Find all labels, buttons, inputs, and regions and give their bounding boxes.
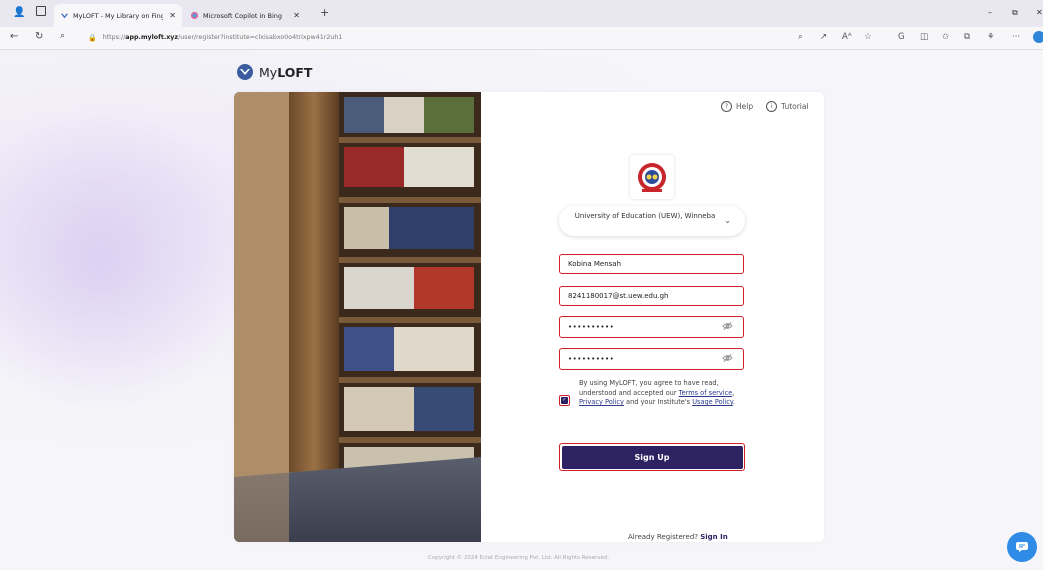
password-value: •••••••••• xyxy=(568,323,615,331)
read-aloud-icon[interactable]: Aᴬ xyxy=(842,32,851,42)
consent-text: By using MyLOFT, you agree to have read,… xyxy=(579,379,744,408)
info-icon: i xyxy=(766,101,777,112)
eye-off-icon[interactable] xyxy=(722,353,733,363)
consent-checkbox[interactable]: ✓ xyxy=(559,395,570,406)
help-link[interactable]: ? Help xyxy=(721,101,753,112)
already-registered: Already Registered? Sign In xyxy=(628,533,728,541)
search-icon[interactable]: ⌕ xyxy=(60,31,65,41)
copyright-text: Copyright © 2024 Eclat Engineering Pvt. … xyxy=(428,555,610,561)
books xyxy=(344,97,474,477)
myloft-logo: My LOFT xyxy=(237,64,312,80)
copilot-icon[interactable]: G xyxy=(898,32,905,42)
checkmark-icon: ✓ xyxy=(561,397,568,404)
email-value: 8241180017@st.uew.edu.gh xyxy=(568,292,669,300)
url-field[interactable]: 🔒 https://app.myloft.xyz/user/register?i… xyxy=(88,30,778,45)
page-content: My LOFT ? Help i Tutorial University of … xyxy=(0,50,1043,570)
myloft-logo-icon xyxy=(237,64,253,80)
zoom-icon[interactable]: ⌕ xyxy=(798,32,803,42)
brand-my: My xyxy=(259,64,278,80)
more-icon[interactable]: ··· xyxy=(1012,32,1020,42)
chat-button[interactable] xyxy=(1007,532,1037,562)
library-bookshelf-image xyxy=(234,92,481,542)
url-host: app.myloft.xyz xyxy=(125,34,179,41)
lock-icon: 🔒 xyxy=(88,33,97,42)
refresh-icon[interactable]: ↻ xyxy=(35,31,43,42)
url-prefix: https:// xyxy=(102,34,126,41)
institute-seal xyxy=(630,155,674,199)
already-registered-text: Already Registered? xyxy=(628,533,698,541)
profile-icon[interactable]: 👤 xyxy=(13,7,25,18)
new-tab-icon[interactable]: + xyxy=(320,6,329,19)
terms-link[interactable]: Terms of service xyxy=(679,389,733,397)
confirm-password-field[interactable]: •••••••••• xyxy=(559,348,744,370)
url-path: /user/register?institute=clxisabxo0o4tri… xyxy=(178,34,343,41)
tutorial-link[interactable]: i Tutorial xyxy=(766,101,809,112)
background-glow xyxy=(0,110,260,410)
brand-loft: LOFT xyxy=(277,64,313,80)
consent-suffix: . xyxy=(732,398,735,406)
copilot-favicon-icon xyxy=(190,11,199,20)
share-icon[interactable]: ↗ xyxy=(820,32,827,42)
institute-select[interactable]: University of Education (UEW), Winneba ⌄ xyxy=(559,206,745,236)
browser-tab-bar: 👤 MyLOFT - My Library on Finger T ✕ Micr… xyxy=(0,0,1043,27)
institute-name: University of Education (UEW), Winneba xyxy=(574,212,716,220)
register-card: ? Help i Tutorial University of Educatio… xyxy=(234,92,824,542)
help-icon: ? xyxy=(721,101,732,112)
address-bar: ← ↻ ⌕ 🔒 https://app.myloft.xyz/user/regi… xyxy=(0,27,1043,50)
favorite-icon[interactable]: ☆ xyxy=(864,32,872,42)
back-icon[interactable]: ← xyxy=(10,31,18,42)
consent-mid: and your Institute's xyxy=(623,398,693,406)
sign-up-button[interactable]: Sign Up xyxy=(559,443,745,471)
close-tab-icon[interactable]: ✕ xyxy=(169,11,176,20)
sign-in-link[interactable]: Sign In xyxy=(700,533,727,541)
tab-actions-icon[interactable] xyxy=(36,6,46,16)
privacy-link[interactable]: Privacy Policy xyxy=(579,398,624,406)
tab-title: MyLOFT - My Library on Finger T xyxy=(73,11,164,20)
consent-separator: , xyxy=(732,388,735,397)
password-field[interactable]: •••••••••• xyxy=(559,316,744,338)
minimize-icon[interactable]: – xyxy=(988,8,992,17)
tab-copilot[interactable]: Microsoft Copilot in Bing ✕ xyxy=(184,4,306,27)
edge-copilot-icon[interactable] xyxy=(1033,31,1043,43)
favorites-bar-icon[interactable]: ✩ xyxy=(942,32,949,42)
tab-myloft[interactable]: MyLOFT - My Library on Finger T ✕ xyxy=(54,4,182,27)
tutorial-label: Tutorial xyxy=(781,102,809,111)
eye-off-icon[interactable] xyxy=(722,321,733,331)
usage-policy-link[interactable]: Usage Policy xyxy=(692,398,733,406)
confirm-password-value: •••••••••• xyxy=(568,355,615,363)
collections-icon[interactable]: ⧉ xyxy=(964,32,970,42)
myloft-favicon-icon xyxy=(60,13,69,19)
close-tab-icon[interactable]: ✕ xyxy=(293,11,300,20)
name-field[interactable]: Kobina Mensah xyxy=(559,254,744,274)
split-screen-icon[interactable]: ◫ xyxy=(920,32,928,42)
name-value: Kobina Mensah xyxy=(568,260,622,268)
email-field[interactable]: 8241180017@st.uew.edu.gh xyxy=(559,286,744,306)
restore-icon[interactable]: ⧉ xyxy=(1012,8,1018,18)
extensions-icon[interactable]: ⚘ xyxy=(987,32,995,42)
chevron-down-icon: ⌄ xyxy=(724,216,731,225)
sign-up-label: Sign Up xyxy=(561,445,743,469)
close-window-icon[interactable]: ✕ xyxy=(1036,8,1043,17)
chat-icon xyxy=(1016,542,1028,552)
help-label: Help xyxy=(736,102,754,111)
tab-title: Microsoft Copilot in Bing xyxy=(203,11,282,20)
